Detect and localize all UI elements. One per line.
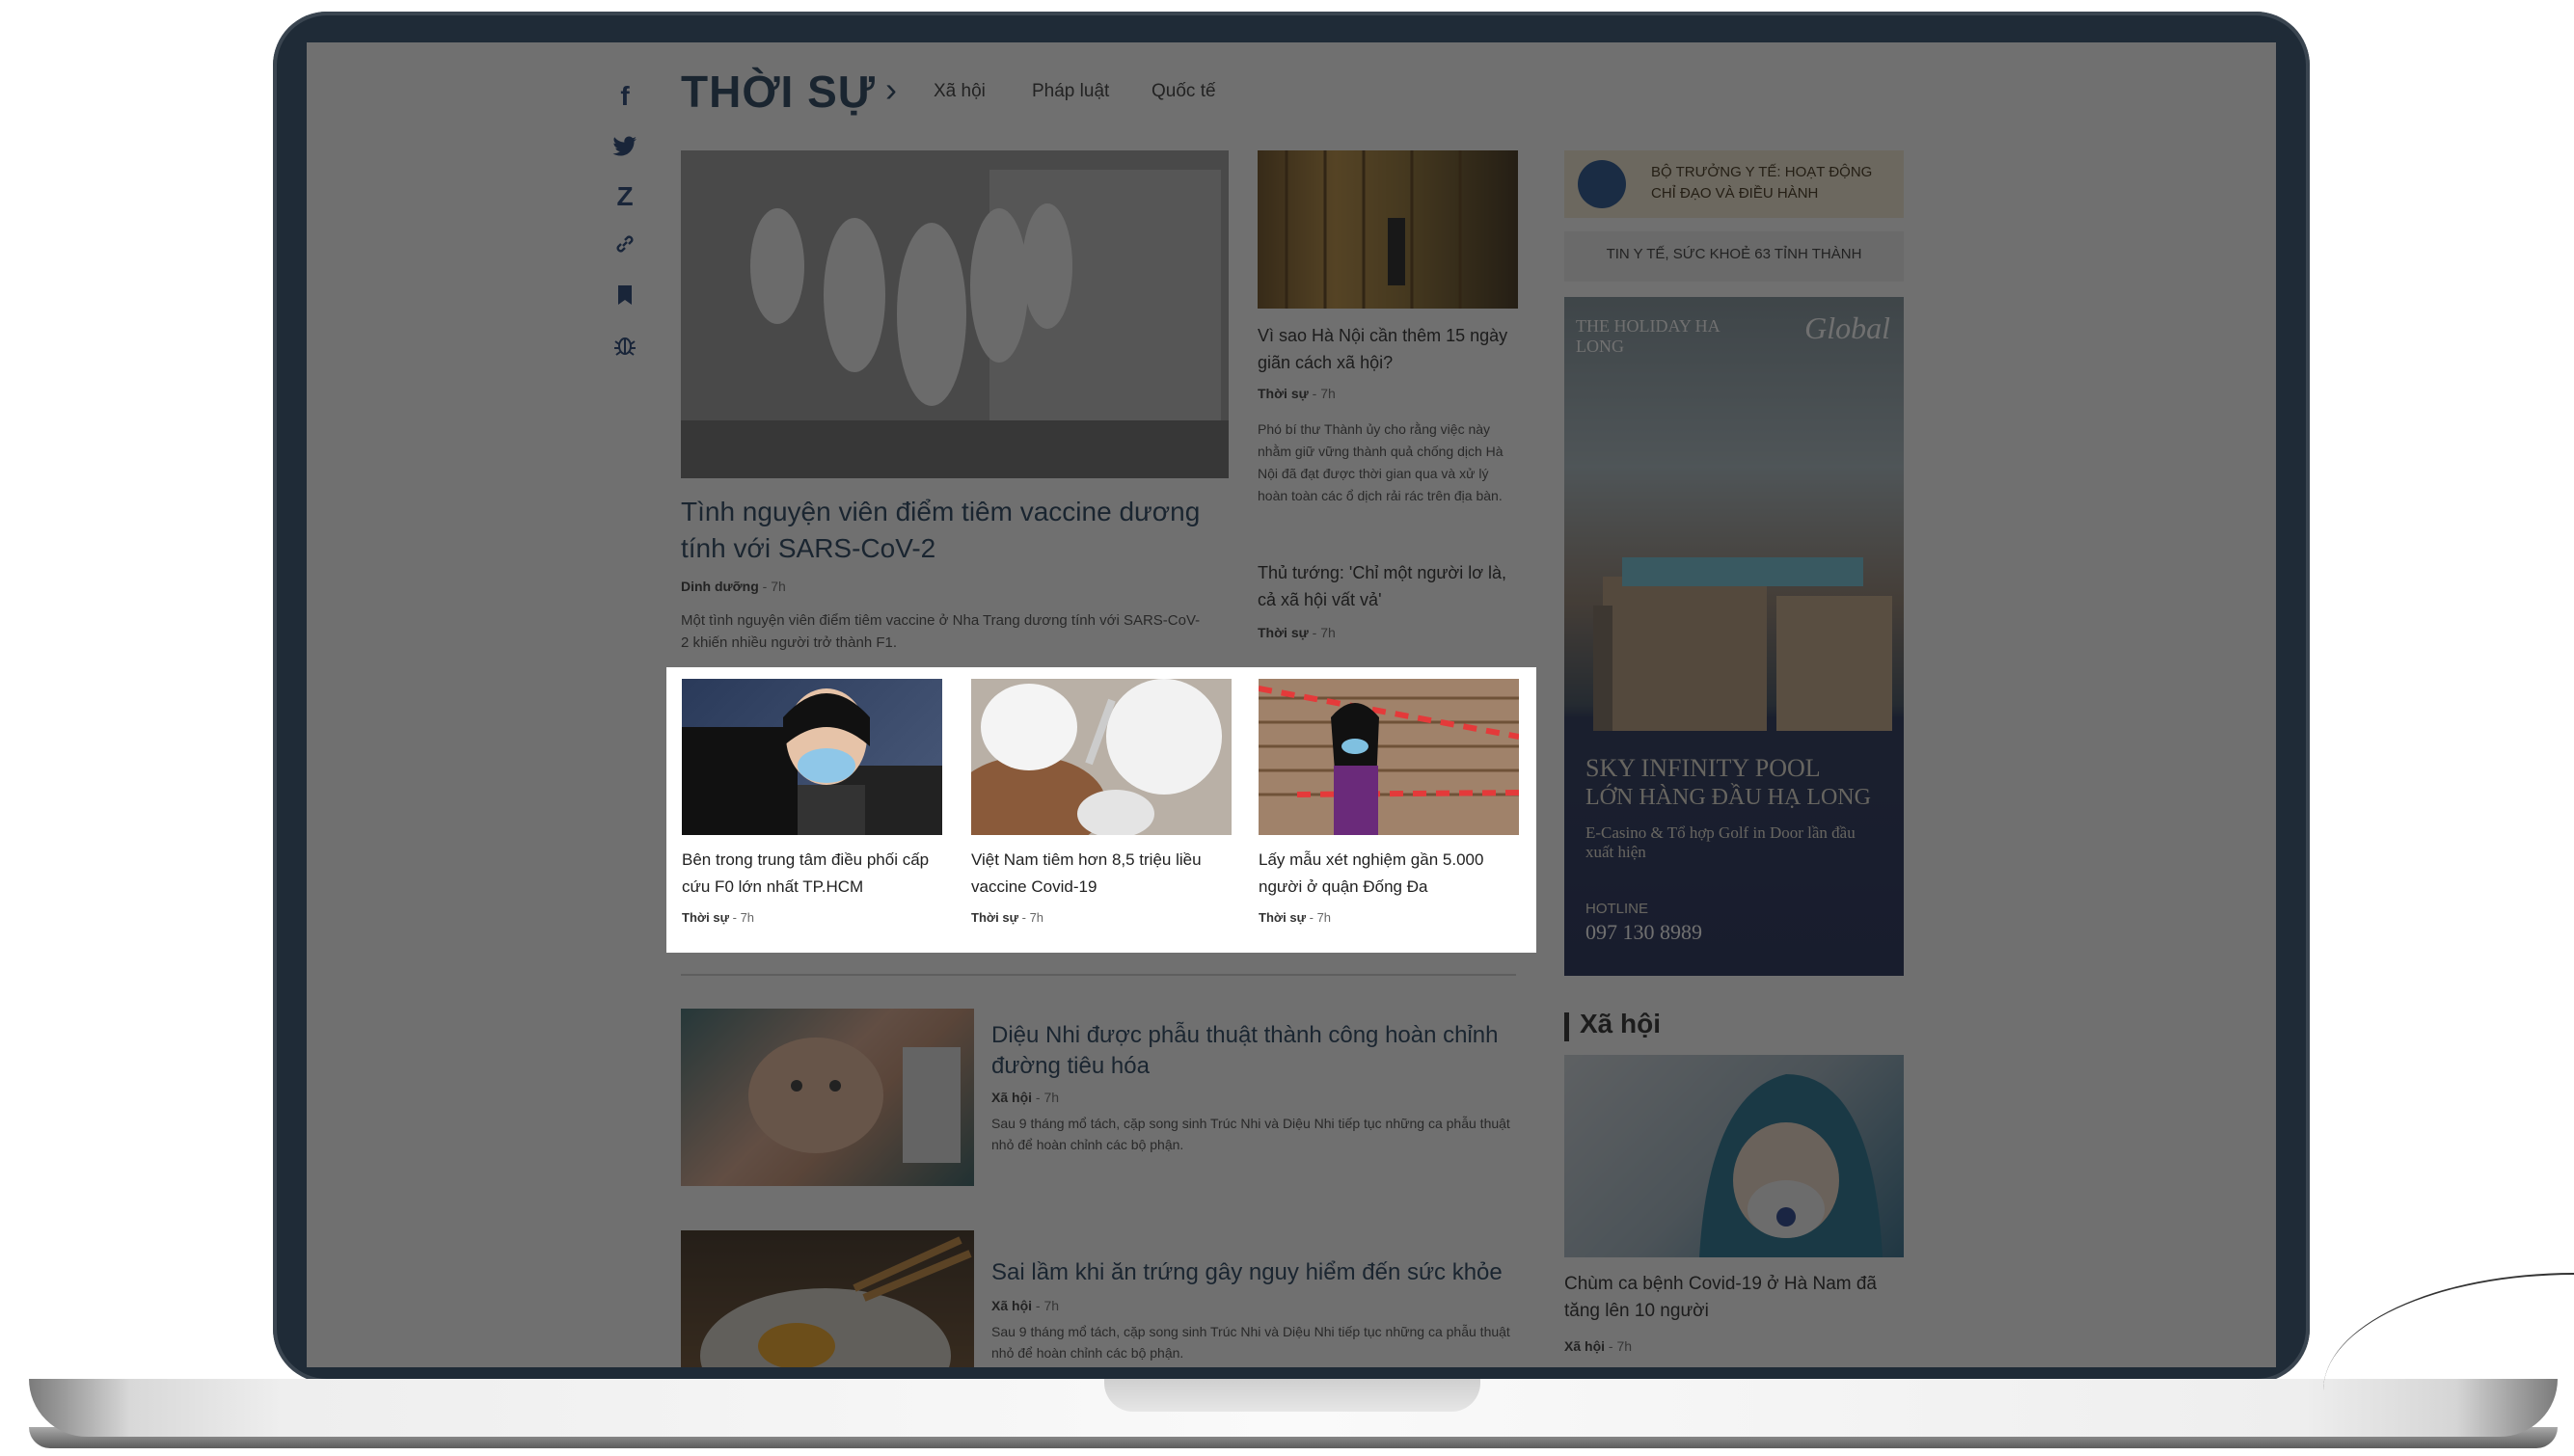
story-time: 7h bbox=[771, 579, 786, 594]
side-story-title-1[interactable]: Vì sao Hà Nội cần thêm 15 ngày giãn cách… bbox=[1258, 322, 1518, 376]
side-story-image[interactable] bbox=[1258, 150, 1518, 309]
main-story-sapo: Một tình nguyện viên điểm tiêm vaccine ở… bbox=[681, 612, 1201, 651]
story-category[interactable]: Xã hội bbox=[991, 1298, 1032, 1313]
subnav-phap-luat[interactable]: Pháp luật bbox=[1032, 81, 1109, 102]
twitter-icon[interactable] bbox=[606, 133, 644, 164]
side-story-meta-2: Thời sự - 7h bbox=[1258, 625, 1336, 640]
ad-headline-1: SKY INFINITY POOL bbox=[1585, 754, 1821, 782]
sidebar-section-title[interactable]: Xã hội bbox=[1580, 1009, 1661, 1039]
list-story-image-1[interactable] bbox=[681, 1009, 974, 1186]
story-time: 7h bbox=[740, 910, 755, 925]
side-story-meta-1: Thời sự - 7h bbox=[1258, 386, 1336, 401]
sidebar-story-title[interactable]: Chùm ca bệnh Covid-19 ở Hà Nam đã tăng l… bbox=[1564, 1271, 1904, 1325]
story-time: 7h bbox=[1320, 625, 1336, 640]
sidebar-ad[interactable]: THE HOLIDAY HA LONG Global SKY INFINITY … bbox=[1564, 297, 1904, 976]
subnav-quoc-te[interactable]: Quốc tế bbox=[1152, 81, 1216, 102]
story-time: 7h bbox=[1043, 1298, 1060, 1313]
ad-sub: E-Casino & Tổ hợp Golf in Door lần đầu x… bbox=[1585, 823, 1856, 861]
list-story-meta-1: Xã hội - 7h bbox=[991, 1090, 1060, 1105]
row-story-image-1[interactable] bbox=[682, 679, 942, 835]
story-category[interactable]: Thời sự bbox=[1259, 910, 1306, 925]
story-time: 7h bbox=[1616, 1338, 1633, 1354]
story-category[interactable]: Thời sự bbox=[682, 910, 729, 925]
provinces-link-text: TIN Y TẾ, SỨC KHOẺ 63 TỈNH THÀNH bbox=[1606, 246, 1862, 262]
laptop-notch bbox=[1104, 1379, 1480, 1412]
main-story-meta: Dinh dưỡng - 7h bbox=[681, 579, 786, 594]
list-story-meta-2: Xã hội - 7h bbox=[991, 1298, 1060, 1313]
story-category[interactable]: Thời sự bbox=[971, 910, 1018, 925]
facebook-icon[interactable]: f bbox=[606, 81, 644, 112]
story-time: 7h bbox=[1316, 910, 1332, 925]
highlighted-story-row: Bên trong trung tâm điều phối cấp cứu F0… bbox=[666, 667, 1536, 953]
health-ministry-logo-icon bbox=[1578, 160, 1626, 208]
minister-banner[interactable]: BỘ TRƯỞNG Y TẾ: HOẠT ĐỘNG CHỈ ĐẠO VÀ ĐIỀ… bbox=[1564, 150, 1904, 218]
cable bbox=[2323, 1273, 2574, 1390]
side-story-title-2[interactable]: Thủ tướng: 'Chỉ một người lơ là, cả xã h… bbox=[1258, 559, 1518, 613]
story-category[interactable]: Xã hội bbox=[1564, 1338, 1605, 1354]
list-story-sapo-1: Sau 9 tháng mổ tách, cặp song sinh Trúc … bbox=[991, 1116, 1510, 1152]
row-story-meta-3: Thời sự - 7h bbox=[1259, 910, 1332, 925]
row-story-title-1[interactable]: Bên trong trung tâm điều phối cấp cứu F0… bbox=[682, 847, 942, 901]
side-story-sapo-1: Phó bí thư Thành ủy cho rằng việc này nh… bbox=[1258, 421, 1504, 503]
story-category[interactable]: Dinh dưỡng bbox=[681, 579, 759, 594]
section-title[interactable]: THỜI SỰ bbox=[681, 66, 876, 118]
list-story-sapo-2: Sau 9 tháng mổ tách, cặp song sinh Trúc … bbox=[991, 1324, 1510, 1361]
story-category[interactable]: Xã hội bbox=[991, 1090, 1032, 1105]
story-category[interactable]: Thời sự bbox=[1258, 386, 1309, 401]
row-story-meta-1: Thời sự - 7h bbox=[682, 910, 755, 925]
section-marker bbox=[1564, 1012, 1569, 1041]
minister-banner-text: BỘ TRƯỞNG Y TẾ: HOẠT ĐỘNG CHỈ ĐẠO VÀ ĐIỀ… bbox=[1651, 164, 1873, 202]
list-story-image-2[interactable] bbox=[681, 1230, 974, 1367]
link-icon[interactable] bbox=[606, 231, 644, 262]
chevron-right-icon: › bbox=[885, 69, 897, 109]
row-story-title-2[interactable]: Việt Nam tiêm hơn 8,5 triệu liều vaccine… bbox=[971, 847, 1232, 901]
story-time: 7h bbox=[1043, 1090, 1060, 1105]
story-time: 7h bbox=[1029, 910, 1044, 925]
ad-headline-2: LỚN HÀNG ĐẦU HẠ LONG bbox=[1585, 785, 1871, 810]
section-divider bbox=[681, 974, 1516, 976]
sidebar-story-image[interactable] bbox=[1564, 1055, 1904, 1257]
bug-icon[interactable] bbox=[606, 332, 644, 364]
main-story-title[interactable]: Tình nguyện viên điểm tiêm vaccine dương… bbox=[681, 494, 1231, 567]
row-story-title-3[interactable]: Lấy mẫu xét nghiệm gần 5.000 người ở quậ… bbox=[1259, 847, 1519, 901]
list-story-title-1[interactable]: Diệu Nhi được phẫu thuật thành công hoàn… bbox=[991, 1020, 1512, 1082]
list-story-title-2[interactable]: Sai lầm khi ăn trứng gây nguy hiểm đến s… bbox=[991, 1257, 1512, 1288]
bookmark-icon[interactable] bbox=[606, 282, 644, 312]
story-time: 7h bbox=[1320, 386, 1336, 401]
subnav-xa-hoi[interactable]: Xã hội bbox=[934, 81, 986, 102]
ad-brand-right: Global bbox=[1804, 310, 1890, 345]
row-story-meta-2: Thời sự - 7h bbox=[971, 910, 1044, 925]
story-category[interactable]: Thời sự bbox=[1258, 625, 1309, 640]
browser-screen: f Z THỜI SỰ › Xã hội Pháp luật Quốc tế T… bbox=[307, 42, 2276, 1367]
zalo-icon[interactable]: Z bbox=[606, 181, 644, 212]
ad-brand-left: THE HOLIDAY HA LONG bbox=[1576, 316, 1720, 356]
ad-hotline-label: HOTLINE bbox=[1585, 901, 1649, 917]
provinces-link[interactable]: TIN Y TẾ, SỨC KHOẺ 63 TỈNH THÀNH bbox=[1564, 231, 1904, 282]
ad-hotline: 097 130 8989 bbox=[1585, 920, 1702, 944]
main-story-image[interactable] bbox=[681, 150, 1229, 478]
sidebar-story-meta: Xã hội - 7h bbox=[1564, 1338, 1633, 1354]
row-story-image-3[interactable] bbox=[1259, 679, 1519, 835]
row-story-image-2[interactable] bbox=[971, 679, 1232, 835]
